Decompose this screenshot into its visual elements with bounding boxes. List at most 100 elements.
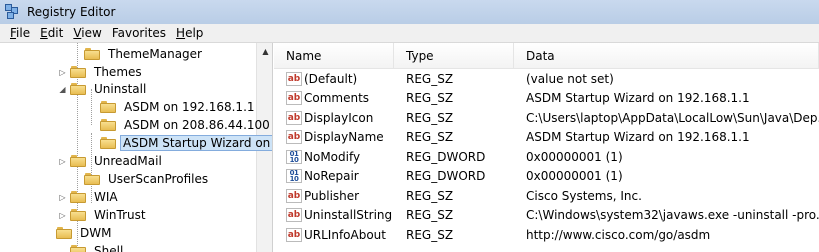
value-name: NoRepair [304, 169, 359, 184]
registry-value-row[interactable]: ab DisplayIcon REG_SZ C:\Users\laptop\AppDa… [274, 108, 819, 128]
tree-item[interactable]: ASDM Startup Wizard on [88, 134, 272, 152]
tree-item-label: Themes [94, 65, 142, 79]
string-value-icon: ab [286, 208, 302, 223]
tree-item[interactable]: ASDM on 208.86.44.100 [88, 116, 272, 134]
tree-item-label: DWM [80, 226, 112, 240]
registry-value-row[interactable]: ab (Default) REG_SZ (value not set) [274, 69, 819, 89]
title-bar: Registry Editor [0, 0, 819, 24]
tree-item[interactable]: Shell [58, 242, 127, 252]
value-type: REG_SZ [406, 71, 454, 86]
expand-arrow-icon[interactable]: ◢ [58, 85, 67, 94]
value-name-cell: ab Publisher [274, 188, 394, 203]
tree-item-label: Shell [94, 244, 124, 252]
registry-value-row[interactable]: ab DisplayName REG_SZ ASDM Startup Wizard o… [274, 128, 819, 148]
registry-tree-pane: ▲ ThemeManager ▷ Themes ◢ Uninstall ASDM on 1… [0, 43, 273, 252]
value-type: REG_SZ [406, 227, 454, 242]
folder-icon [56, 227, 72, 239]
folder-icon [70, 209, 86, 221]
expand-arrow-icon[interactable]: ▷ [58, 68, 67, 77]
list-header: Name Type Data [274, 43, 819, 69]
registry-value-row[interactable]: ab UninstallString REG_SZ C:\Windows\system… [274, 206, 819, 226]
folder-icon [100, 137, 116, 149]
string-value-icon: ab [286, 130, 302, 145]
value-type: REG_DWORD [406, 149, 486, 164]
folder-icon [70, 83, 86, 95]
tree-item-label: UserScanProfiles [108, 172, 209, 186]
value-name: Publisher [304, 188, 360, 203]
value-type: REG_SZ [406, 130, 454, 145]
scroll-up-arrow-icon[interactable]: ▲ [257, 43, 272, 60]
folder-icon [100, 119, 116, 131]
expand-arrow-icon[interactable]: ▷ [58, 193, 67, 202]
tree-item[interactable]: DWM [44, 224, 115, 242]
registry-value-row[interactable]: 01 10 NoModify REG_DWORD 0x00000001 (1) [274, 147, 819, 167]
menu-item[interactable]: File [5, 26, 35, 40]
value-data: 0x00000001 (1) [526, 149, 623, 164]
tree-item[interactable]: ▷ WIA [58, 188, 122, 206]
string-value-icon: ab [286, 71, 302, 86]
folder-icon [100, 101, 116, 113]
tree-item[interactable]: UserScanProfiles [72, 170, 212, 188]
value-name: URLInfoAbout [304, 227, 386, 242]
registry-editor-icon [5, 4, 21, 20]
folder-icon [70, 191, 86, 203]
value-name-cell: ab (Default) [274, 71, 394, 86]
value-name-cell: 01 10 NoModify [274, 149, 394, 164]
tree-item-label: ASDM on 192.168.1.1 [124, 100, 255, 114]
value-name-cell: ab UninstallString [274, 208, 394, 223]
column-header-data[interactable]: Data [514, 43, 819, 69]
tree-item-label: ThemeManager [108, 47, 202, 61]
column-header-type[interactable]: Type [394, 43, 514, 69]
tree-item[interactable]: ▷ WinTrust [58, 206, 150, 224]
menu-item[interactable]: Favorites [107, 26, 171, 40]
menu-bar: File Edit View Favorites Help [0, 24, 819, 43]
tree-item-label: WinTrust [94, 208, 146, 222]
registry-value-row[interactable]: ab Publisher REG_SZ Cisco Systems, Inc. [274, 186, 819, 206]
value-data: Cisco Systems, Inc. [526, 188, 642, 203]
value-type: REG_SZ [406, 208, 454, 223]
value-type: REG_SZ [406, 110, 454, 125]
tree-item[interactable]: ◢ Uninstall [58, 80, 150, 98]
tree-item[interactable]: ASDM on 192.168.1.1 [88, 98, 259, 116]
registry-value-row[interactable]: ab Comments REG_SZ ASDM Startup Wizard on 1… [274, 89, 819, 109]
value-name: Comments [304, 91, 370, 106]
value-data: 0x00000001 (1) [526, 169, 623, 184]
value-data: http://www.cisco.com/go/asdm [526, 227, 711, 242]
expand-arrow-icon[interactable]: ▷ [58, 157, 67, 166]
value-name: NoModify [304, 149, 361, 164]
folder-icon [70, 245, 86, 252]
string-value-icon: ab [286, 227, 302, 242]
value-data: ASDM Startup Wizard on 192.168.1.1 [526, 91, 750, 106]
registry-value-row[interactable]: 01 10 NoRepair REG_DWORD 0x00000001 (1) [274, 167, 819, 187]
values-list-pane: Name Type Data ab (Default) REG_SZ (value n… [274, 43, 819, 252]
value-name: UninstallString [304, 208, 393, 223]
value-name-cell: ab DisplayName [274, 130, 394, 145]
string-value-icon: ab [286, 91, 302, 106]
tree-item[interactable]: ▷ UnreadMail [58, 152, 166, 170]
menu-item[interactable]: Help [171, 26, 208, 40]
tree-item-label: WIA [94, 190, 118, 204]
value-type: REG_SZ [406, 188, 454, 203]
value-name: DisplayIcon [304, 110, 374, 125]
tree-item-label: UnreadMail [94, 154, 162, 168]
string-value-icon: ab [286, 110, 302, 125]
value-name-cell: 01 10 NoRepair [274, 169, 394, 184]
menu-item[interactable]: Edit [35, 26, 68, 40]
value-name-cell: ab Comments [274, 91, 394, 106]
menu-item[interactable]: View [68, 26, 106, 40]
value-name: (Default) [304, 71, 358, 86]
value-type: REG_SZ [406, 91, 454, 106]
registry-value-row[interactable]: ab URLInfoAbout REG_SZ http://www.cisco.com… [274, 225, 819, 245]
dword-value-icon: 01 10 [286, 149, 302, 164]
value-data: (value not set) [526, 71, 614, 86]
column-header-name[interactable]: Name [274, 43, 394, 69]
folder-icon [84, 173, 100, 185]
expand-arrow-icon[interactable]: ▷ [58, 211, 67, 220]
dword-value-icon: 01 10 [286, 169, 302, 184]
tree-item[interactable]: ThemeManager [72, 45, 206, 63]
folder-icon [70, 66, 86, 78]
value-data: C:\Windows\system32\javaws.exe -uninstal… [526, 208, 819, 223]
value-name-cell: ab DisplayIcon [274, 110, 394, 125]
tree-item[interactable]: ▷ Themes [58, 63, 146, 81]
value-data: ASDM Startup Wizard on 192.168.1.1 [526, 130, 750, 145]
